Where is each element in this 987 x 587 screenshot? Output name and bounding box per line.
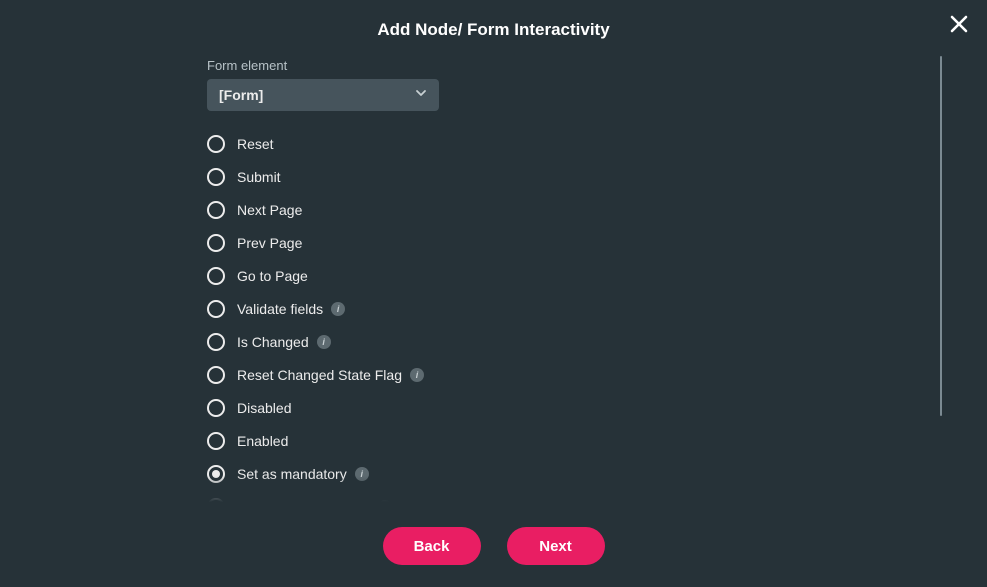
radio-option-label: Set as mandatory [237,466,347,482]
radio-option[interactable]: Prev Page [207,226,932,259]
radio-option-label: Next Page [237,202,302,218]
radio-option-label: Submit [237,169,281,185]
close-icon [949,14,969,34]
radio-icon [207,465,225,483]
radio-icon [207,399,225,417]
radio-option[interactable]: Set as not mandatory i [207,490,932,502]
info-icon[interactable]: i [410,368,424,382]
info-icon[interactable]: i [378,500,392,503]
scrollbar-track[interactable] [940,56,942,416]
radio-icon [207,135,225,153]
info-icon[interactable]: i [331,302,345,316]
dialog-title: Add Node/ Form Interactivity [0,0,987,40]
form-element-select[interactable]: [Form] [207,79,439,111]
radio-icon [207,300,225,318]
radio-option[interactable]: Reset [207,127,932,160]
radio-icon [207,366,225,384]
close-button[interactable] [947,12,971,36]
radio-icon [207,234,225,252]
radio-option[interactable]: Reset Changed State Flag i [207,358,932,391]
next-button[interactable]: Next [507,527,605,565]
radio-icon [207,498,225,503]
radio-option[interactable]: Enabled [207,424,932,457]
radio-option-label: Disabled [237,400,291,416]
form-element-label: Form element [207,58,932,73]
radio-icon [207,267,225,285]
radio-option-label: Enabled [237,433,288,449]
radio-option[interactable]: Validate fields i [207,292,932,325]
radio-option[interactable]: Go to Page [207,259,932,292]
radio-option-label: Reset Changed State Flag [237,367,402,383]
back-button[interactable]: Back [383,527,481,565]
radio-option-label: Validate fields [237,301,323,317]
radio-option-list: Reset Submit Next Page Prev Page Go to Page V… [207,127,932,502]
radio-option-label: Set as not mandatory [237,499,370,503]
dialog-body: Form element [Form] Reset Submit Next Page… [207,58,932,502]
radio-icon [207,168,225,186]
dialog-footer: Back Next [0,527,987,565]
chevron-down-icon [415,86,427,104]
form-element-select-value: [Form] [219,87,263,103]
radio-icon [207,432,225,450]
radio-option[interactable]: Set as mandatory i [207,457,932,490]
radio-option[interactable]: Disabled [207,391,932,424]
radio-option-label: Reset [237,136,274,152]
radio-option[interactable]: Is Changed i [207,325,932,358]
radio-option-label: Prev Page [237,235,302,251]
radio-icon [207,201,225,219]
radio-icon [207,333,225,351]
info-icon[interactable]: i [317,335,331,349]
radio-option-label: Go to Page [237,268,308,284]
radio-option-label: Is Changed [237,334,309,350]
radio-option[interactable]: Next Page [207,193,932,226]
radio-option[interactable]: Submit [207,160,932,193]
info-icon[interactable]: i [355,467,369,481]
